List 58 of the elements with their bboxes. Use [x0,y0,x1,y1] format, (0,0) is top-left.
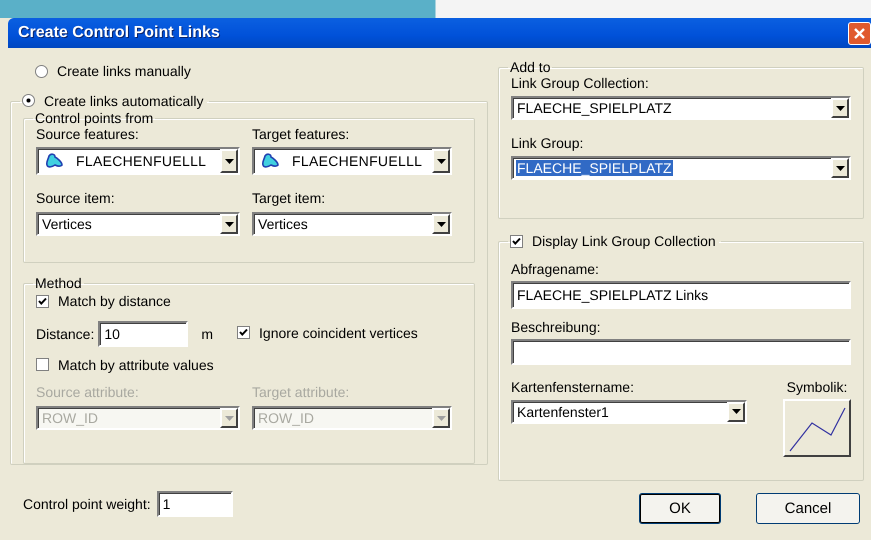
radio-button[interactable] [22,94,35,107]
field-label: Beschreibung: [511,318,602,334]
group-title: Add to [510,59,550,75]
caret-icon [436,222,446,226]
ok-button[interactable]: OK [639,493,721,524]
group-title: Control points from [35,110,154,126]
polygon-icon [261,153,281,169]
option-label: Match by attribute values [58,356,214,372]
option-label: Create links automatically [44,92,204,108]
caret-icon [836,106,844,110]
option-label: Match by distance [58,293,171,309]
dropdown[interactable]: FLAECHENFUELLL [36,147,240,175]
close-button[interactable] [848,22,871,44]
text-field[interactable]: 10 [98,320,188,346]
window-title: Create Control Point Links [18,24,220,42]
text-field[interactable] [511,338,851,364]
option-label: Ignore coincident vertices [259,324,418,341]
dropdown[interactable]: Vertices [36,212,240,236]
field-label: Distance: [36,326,94,342]
field-label: Symbolik: [786,378,848,394]
close-icon [853,26,866,40]
caret-icon [224,222,234,226]
checkbox[interactable] [510,234,523,248]
dropdown[interactable]: FLAECHE_SPIELPLATZ [511,96,851,120]
text-field[interactable]: FLAECHE_SPIELPLATZ Links [511,280,851,308]
caret-icon [436,416,446,420]
caret-icon [224,416,234,420]
dropdown[interactable]: Vertices [252,212,452,236]
field-label: Abfragename: [511,260,600,276]
caret-icon [732,409,740,414]
unit-label: m [201,326,214,342]
polygon-icon [45,153,65,169]
symbol-button[interactable] [783,398,851,456]
group-title: Method [35,275,82,291]
caret-icon [436,158,446,164]
field-label: Target attribute: [252,384,350,400]
field-label: Source item: [36,190,116,206]
field-label: Source features: [36,126,140,142]
option-label: Create links manually [57,63,191,79]
checkbox[interactable] [237,326,250,340]
field-label: Source attribute: [36,384,140,400]
radio-button[interactable] [35,64,48,78]
field-label: Link Group Collection: [511,75,650,91]
dropdown[interactable]: FLAECHENFUELLL [252,147,452,175]
checkbox[interactable] [36,294,49,308]
field-label: Target item: [252,190,326,206]
caret-icon [836,166,844,170]
field-label: Kartenfenstername: [511,378,635,394]
caret-icon [224,158,234,164]
text-field[interactable]: 1 [156,490,233,516]
dropdown[interactable]: FLAECHE_SPIELPLATZ [511,156,851,180]
field-label: Target features: [252,126,350,142]
field-label: Control point weight: [23,496,151,512]
option-label: Display Link Group Collection [532,233,716,249]
dropdown[interactable]: Kartenfenster1 [511,400,747,424]
checkbox[interactable] [36,358,49,371]
field-label: Link Group: [511,135,584,151]
cancel-button[interactable]: Cancel [756,493,860,524]
